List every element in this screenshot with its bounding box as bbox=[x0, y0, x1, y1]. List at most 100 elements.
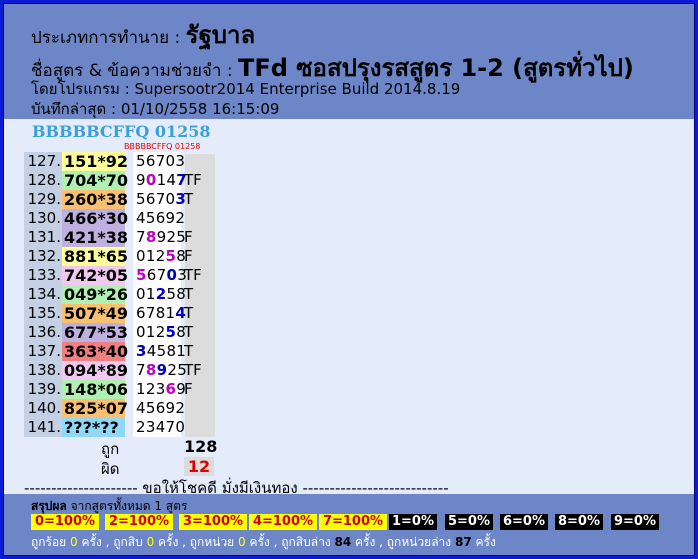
row-number: 128. bbox=[24, 171, 62, 190]
result-digit: 5 bbox=[156, 342, 167, 360]
result-digits: 34581 bbox=[133, 342, 186, 361]
row-number: 127. bbox=[24, 152, 62, 171]
number-pair: 742*05 bbox=[62, 266, 129, 285]
result-digit: 2 bbox=[145, 380, 156, 398]
number-pair: 704*70 bbox=[62, 171, 129, 190]
digit-stat-badge: 1=0% bbox=[389, 514, 437, 530]
hit-stats-line: ถูกร้อย 0 ครั้ง , ถูกสิบ 0 ครั้ง , ถูกหน… bbox=[31, 533, 496, 552]
digit-stat-badge: 0=100% bbox=[31, 514, 99, 530]
hit-flag bbox=[184, 152, 214, 171]
hit-flag bbox=[184, 399, 214, 418]
row-number: 129. bbox=[24, 190, 62, 209]
row-number: 140. bbox=[24, 399, 62, 418]
table-row: 131. 421*38 78925 F bbox=[24, 228, 214, 247]
result-digit: 0 bbox=[166, 266, 178, 284]
result-digits: 23470 bbox=[133, 418, 185, 437]
result-digit: 0 bbox=[136, 323, 146, 341]
table-row: 137. 363*40 34581 T bbox=[24, 342, 214, 361]
hit-stat-segment: ครั้ง , ถูกสิบ bbox=[77, 535, 147, 549]
result-digit: 5 bbox=[165, 247, 177, 265]
row-number: 136. bbox=[24, 323, 62, 342]
table-row: 127. 151*92 56703 bbox=[24, 152, 214, 171]
number-pair: 507*49 bbox=[62, 304, 129, 323]
result-digit: 2 bbox=[167, 361, 178, 379]
last-saved-line: บันทึกล่าสุด : 01/10/2558 16:15:09 bbox=[31, 100, 280, 118]
result-digit: 9 bbox=[136, 171, 146, 189]
hit-flag bbox=[184, 209, 214, 228]
row-number: 141. bbox=[24, 418, 62, 437]
hit-flag bbox=[184, 418, 214, 437]
row-number: 132. bbox=[24, 247, 62, 266]
result-digit: 1 bbox=[165, 304, 176, 322]
number-pair: 260*38 bbox=[62, 190, 129, 209]
hit-flag: F bbox=[184, 228, 193, 246]
number-pair: 825*07 bbox=[62, 399, 129, 418]
table-row: 129. 260*38 56703 T bbox=[24, 190, 214, 209]
result-digit: 3 bbox=[145, 418, 156, 436]
summary-panel: สรุปผล จากสูตรทั้งหมด 1 สูตร 0=100% 2=100… bbox=[4, 494, 694, 555]
wrong-count: 12 bbox=[184, 457, 214, 476]
result-digit: 7 bbox=[155, 152, 166, 170]
result-digit: 5 bbox=[165, 323, 177, 341]
table-row: 130. 466*30 45692 bbox=[24, 209, 214, 228]
table-row: 132. 881*65 01258 F bbox=[24, 247, 214, 266]
result-digit: 6 bbox=[145, 152, 156, 170]
hit-stat-segment: ครั้ง bbox=[471, 535, 496, 549]
hit-stat-segment: 87 bbox=[454, 535, 472, 549]
result-digit: 6 bbox=[155, 399, 166, 417]
result-digit: 7 bbox=[155, 190, 166, 208]
result-panel: ประเภทการทำนาย : รัฐบาล ชื่อสูตร & ข้อคว… bbox=[3, 3, 695, 556]
hit-flag: F bbox=[184, 380, 193, 398]
result-digit: 7 bbox=[156, 266, 167, 284]
result-digit: 8 bbox=[155, 304, 166, 322]
result-digit: 9 bbox=[156, 228, 167, 246]
result-digit: 1 bbox=[156, 171, 167, 189]
result-digit: 0 bbox=[136, 247, 146, 265]
row-number: 134. bbox=[24, 285, 62, 304]
prediction-type-label: ประเภทการทำนาย : bbox=[31, 28, 186, 48]
number-pair: 421*38 bbox=[62, 228, 129, 247]
hit-flag: T bbox=[184, 323, 194, 341]
result-digit: 5 bbox=[166, 285, 177, 303]
result-digits: 45692 bbox=[133, 399, 185, 418]
result-digit: 5 bbox=[136, 152, 146, 170]
result-digit: 2 bbox=[166, 228, 177, 246]
row-number: 131. bbox=[24, 228, 62, 247]
result-digit: 2 bbox=[155, 323, 166, 341]
result-digit: 5 bbox=[136, 266, 147, 284]
result-digit: 0 bbox=[165, 152, 176, 170]
hit-flag: TF bbox=[184, 171, 202, 189]
row-number: 138. bbox=[24, 361, 62, 380]
summary-label: สรุปผล bbox=[31, 499, 67, 513]
result-digit: 9 bbox=[165, 399, 176, 417]
digit-stat-badge: 5=0% bbox=[445, 514, 493, 530]
hit-stat-segment: ครั้ง , ถูกหน่วยล่าง bbox=[351, 535, 455, 549]
table-row: 133. 742*05 56703 TF bbox=[24, 266, 214, 285]
result-digit: 6 bbox=[146, 266, 157, 284]
result-digit: 1 bbox=[145, 285, 156, 303]
result-digit: 5 bbox=[136, 190, 146, 208]
table-row: 128. 704*70 90147 TF bbox=[24, 171, 214, 190]
result-digit: 1 bbox=[145, 247, 156, 265]
result-digit: 0 bbox=[136, 285, 146, 303]
row-number: 139. bbox=[24, 380, 62, 399]
digit-stat-badge: 8=0% bbox=[555, 514, 603, 530]
table-row: 136. 677*53 01258 T bbox=[24, 323, 214, 342]
number-pair: 881*65 bbox=[62, 247, 129, 266]
number-pair: 363*40 bbox=[62, 342, 129, 361]
hit-stat-segment: ครั้ง , ถูกหน่วย bbox=[154, 535, 239, 549]
table-row: 138. 094*89 78925 TF bbox=[24, 361, 214, 380]
hit-flag: TF bbox=[184, 266, 202, 284]
hit-flag: TF bbox=[184, 361, 202, 379]
table-row: 139. 148*06 12369 F bbox=[24, 380, 214, 399]
hit-stat-segment: 0 bbox=[238, 535, 246, 549]
row-number: 130. bbox=[24, 209, 62, 228]
result-digits: 67814 bbox=[133, 304, 186, 323]
table-row: 135. 507*49 67814 T bbox=[24, 304, 214, 323]
result-digit: 1 bbox=[136, 380, 146, 398]
table-row: 134. 049*26 01258 T bbox=[24, 285, 214, 304]
result-digit: 4 bbox=[146, 342, 157, 360]
result-digit: 4 bbox=[166, 171, 177, 189]
prediction-type-value: รัฐบาล bbox=[185, 21, 256, 49]
result-digit: 5 bbox=[145, 209, 156, 227]
